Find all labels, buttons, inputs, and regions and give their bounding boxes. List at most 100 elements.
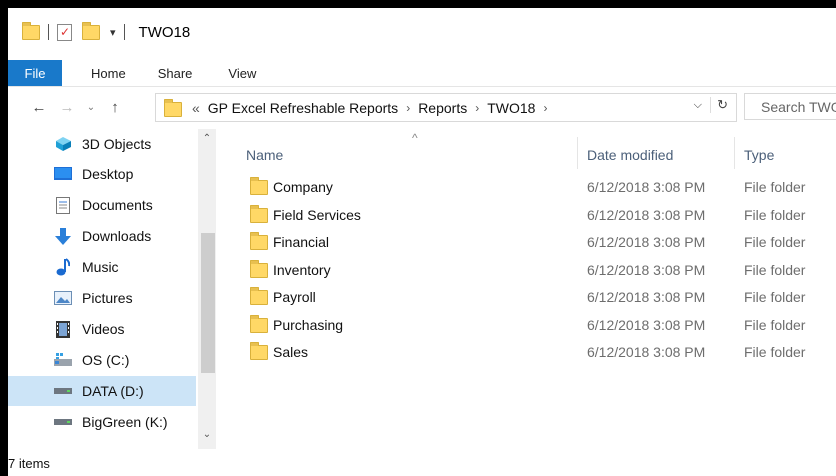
forward-arrow-icon[interactable]: → — [56, 99, 78, 116]
folder-icon — [250, 287, 268, 305]
file-type: File folder — [744, 289, 806, 305]
file-name: Inventory — [273, 261, 331, 278]
file-row[interactable]: Sales 6/12/2018 3:08 PM File folder — [246, 338, 836, 365]
navigation-pane: 3D Objects Desktop Documents Downloads M… — [8, 129, 220, 449]
downloads-icon — [52, 227, 74, 245]
sidebar-item-label: Videos — [82, 321, 125, 337]
drive-d-icon — [52, 387, 74, 395]
file-name: Purchasing — [273, 316, 344, 333]
file-row[interactable]: Company 6/12/2018 3:08 PM File folder — [246, 173, 836, 200]
chevron-right-icon[interactable]: › — [475, 101, 479, 115]
sidebar-item-label: 3D Objects — [82, 136, 152, 152]
sidebar-item-label: DATA (D:) — [82, 383, 144, 399]
recent-locations-icon[interactable]: ⌄ — [80, 102, 102, 113]
tab-view[interactable]: View — [213, 60, 271, 86]
file-row[interactable]: Payroll 6/12/2018 3:08 PM File folder — [246, 283, 836, 310]
navigation-bar: ← → ⌄ ↑ « GP Excel Refreshable Reports ›… — [8, 86, 836, 128]
chevron-right-icon[interactable]: › — [543, 101, 547, 115]
item-count: 7 items — [8, 456, 50, 471]
address-bar[interactable]: « GP Excel Refreshable Reports › Reports… — [155, 93, 737, 122]
file-row[interactable]: Field Services 6/12/2018 3:08 PM File fold… — [246, 201, 836, 228]
column-header-date[interactable]: Date modified — [587, 147, 673, 163]
sidebar-item-label: Pictures — [82, 290, 133, 306]
sidebar-item-data-d[interactable]: DATA (D:) — [8, 376, 196, 406]
sidebar-item-label: OS (C:) — [82, 352, 130, 368]
file-name: Payroll — [273, 289, 316, 305]
scroll-down-icon[interactable]: ⌄ — [198, 429, 216, 440]
music-icon — [52, 258, 74, 276]
folder-icon — [22, 21, 40, 40]
column-headers: ^ Name Date modified Type — [220, 129, 836, 169]
file-date-modified: 6/12/2018 3:08 PM — [587, 261, 706, 278]
sidebar-item-documents[interactable]: Documents — [8, 190, 196, 220]
sort-ascending-icon: ^ — [412, 131, 418, 145]
file-type: File folder — [744, 179, 806, 195]
sidebar-item-videos[interactable]: Videos — [8, 314, 196, 344]
breadcrumb-reports[interactable]: Reports — [418, 100, 467, 116]
sidebar-item-pictures[interactable]: Pictures — [8, 283, 196, 313]
file-row[interactable]: Purchasing 6/12/2018 3:08 PM File folder — [246, 311, 836, 338]
refresh-icon[interactable]: ↻ — [710, 97, 728, 113]
column-divider[interactable] — [734, 137, 735, 169]
breadcrumb-gp-excel[interactable]: GP Excel Refreshable Reports — [208, 100, 398, 116]
file-row[interactable]: Inventory 6/12/2018 3:08 PM File folder — [246, 256, 836, 283]
folder-icon — [250, 204, 268, 223]
file-type: File folder — [744, 316, 806, 333]
documents-icon — [52, 196, 74, 214]
back-arrow-icon[interactable]: ← — [28, 99, 50, 116]
sidebar-item-label: Desktop — [82, 166, 134, 182]
folder-icon — [250, 259, 268, 278]
file-type: File folder — [744, 261, 806, 278]
file-row[interactable]: Financial 6/12/2018 3:08 PM File folder — [246, 228, 836, 255]
sidebar-item-desktop[interactable]: Desktop — [8, 159, 196, 189]
sidebar-item-downloads[interactable]: Downloads — [8, 221, 196, 251]
file-date-modified: 6/12/2018 3:08 PM — [587, 206, 706, 223]
column-divider[interactable] — [577, 137, 578, 169]
file-name: Financial — [273, 234, 330, 250]
column-header-type[interactable]: Type — [744, 147, 774, 163]
file-name: Field Services — [273, 206, 361, 223]
drive-k-icon — [52, 418, 74, 426]
file-date-modified: 6/12/2018 3:08 PM — [587, 289, 706, 305]
tab-share[interactable]: Share — [143, 60, 208, 86]
customize-toolbar-icon[interactable]: ▾ — [110, 26, 116, 39]
scroll-up-icon[interactable]: ⌃ — [198, 133, 216, 144]
pictures-icon — [52, 291, 74, 305]
up-arrow-icon[interactable]: ↑ — [104, 99, 126, 116]
tab-file[interactable]: File — [8, 60, 62, 86]
file-type: File folder — [744, 234, 806, 250]
separator — [123, 24, 125, 40]
chevron-right-icon[interactable]: › — [406, 101, 410, 115]
sidebar-item-os-c[interactable]: OS (C:) — [8, 345, 196, 375]
ribbon-tabs: File Home Share View — [8, 60, 836, 86]
sidebar-item-label: Downloads — [82, 228, 152, 244]
sidebar-item-biggreen-k[interactable]: BigGreen (K:) — [8, 407, 196, 437]
sidebar-item-music[interactable]: Music — [8, 252, 196, 282]
folder-icon — [164, 98, 182, 117]
column-header-name[interactable]: Name — [246, 147, 283, 163]
file-date-modified: 6/12/2018 3:08 PM — [587, 179, 706, 195]
address-overflow[interactable]: « — [192, 100, 200, 116]
sidebar-item-3d-objects[interactable]: 3D Objects — [8, 129, 196, 159]
drive-c-icon — [52, 353, 74, 367]
tab-home[interactable]: Home — [76, 60, 141, 86]
folder-icon — [250, 177, 268, 195]
file-date-modified: 6/12/2018 3:08 PM — [587, 234, 706, 250]
new-folder-icon[interactable] — [82, 21, 100, 40]
title-bar: ✓ ▾ TWO18 — [8, 8, 836, 56]
sidebar-item-label: BigGreen (K:) — [82, 414, 168, 430]
status-bar: 7 items — [8, 451, 836, 476]
file-date-modified: 6/12/2018 3:08 PM — [587, 344, 706, 360]
quick-access-toolbar: ✓ ▾ — [22, 21, 133, 41]
search-input[interactable]: Search TWO — [744, 93, 836, 120]
properties-icon[interactable]: ✓ — [57, 23, 72, 41]
address-dropdown-icon[interactable]: ⌵ — [694, 99, 702, 112]
file-type: File folder — [744, 206, 806, 223]
sidebar-item-label: Music — [82, 259, 119, 275]
navigation-pane-scrollbar[interactable]: ⌃ ⌄ — [198, 129, 216, 449]
scrollbar-thumb[interactable] — [201, 233, 215, 373]
folder-icon — [250, 314, 268, 333]
breadcrumb-two18[interactable]: TWO18 — [487, 100, 535, 116]
folder-icon — [250, 232, 268, 250]
window-title: TWO18 — [138, 23, 191, 41]
